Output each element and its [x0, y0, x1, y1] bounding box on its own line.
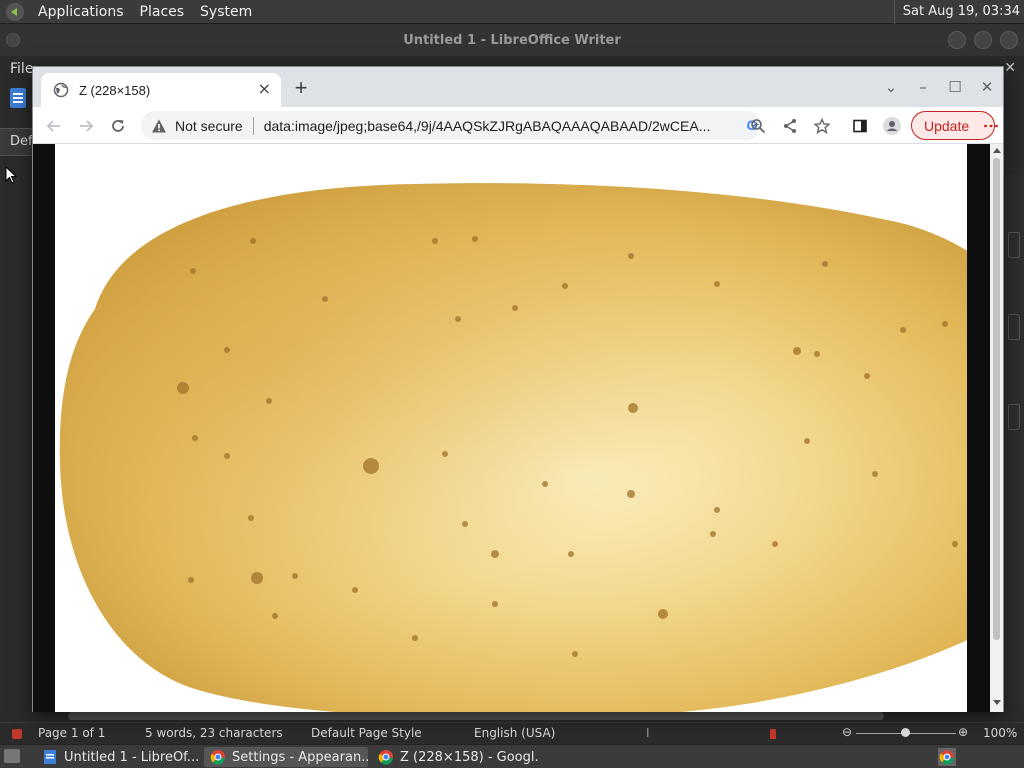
maximize-icon[interactable]: ☐	[939, 67, 971, 107]
chrome-icon	[378, 750, 393, 765]
window-controls: ⌄ – ☐ ✕	[875, 67, 1003, 107]
page-style[interactable]: Default Page Style	[311, 726, 422, 740]
minimize-icon[interactable]: –	[907, 67, 939, 107]
omnibox-separator	[252, 116, 254, 135]
address-bar[interactable]: Not secure data:image/jpeg;base64,/9j/4A…	[141, 111, 761, 140]
bookmark-star-icon[interactable]	[811, 115, 833, 137]
forward-arrow-icon	[80, 120, 94, 132]
chrome-window: Z (228×158) × + ⌄ – ☐ ✕ Not secure data:…	[32, 66, 1004, 712]
distro-logo-icon[interactable]	[6, 2, 24, 21]
close-icon[interactable]	[1000, 31, 1018, 49]
sidebar-button[interactable]	[1008, 404, 1020, 430]
zoom-out-icon[interactable]: ⊖	[842, 725, 852, 739]
side-panel-icon[interactable]	[849, 115, 871, 137]
share-icon[interactable]	[779, 115, 801, 137]
tray-chrome-icon[interactable]	[938, 748, 956, 766]
zoom-icon[interactable]	[747, 115, 769, 137]
profile-icon[interactable]	[881, 115, 903, 137]
image-view[interactable]	[55, 144, 967, 712]
taskbar: Untitled 1 - LibreOf... Settings - Appea…	[0, 744, 1024, 768]
task-chrome-image[interactable]: Z (228×158) - Googl...	[372, 747, 538, 767]
not-secure-label[interactable]: Not secure	[175, 118, 243, 134]
reload-button[interactable]	[107, 115, 129, 137]
new-tab-button[interactable]: +	[289, 77, 313, 101]
window-title: Untitled 1 - LibreOffice Writer	[403, 32, 621, 48]
close-document-icon[interactable]: ✕	[1004, 60, 1016, 76]
task-label: Untitled 1 - LibreOf...	[64, 749, 200, 765]
clock[interactable]: Sat Aug 19, 03:34	[893, 0, 1020, 24]
forward-button[interactable]	[75, 115, 97, 137]
page-viewport	[33, 144, 990, 712]
view-layout-icon[interactable]	[770, 729, 822, 739]
writer-icon	[44, 750, 56, 764]
task-label: Z (228×158) - Googl...	[400, 749, 538, 765]
scroll-down-icon[interactable]	[993, 700, 1001, 705]
show-desktop-icon[interactable]	[4, 749, 20, 763]
zoom-in-icon[interactable]: ⊕	[958, 725, 968, 739]
system-menu[interactable]: System	[192, 0, 260, 24]
chrome-icon	[210, 750, 225, 765]
warning-icon[interactable]	[151, 118, 167, 134]
back-arrow-icon	[46, 120, 60, 132]
close-icon[interactable]: ✕	[971, 67, 1003, 107]
new-document-icon[interactable]	[10, 88, 26, 108]
mouse-pointer-icon	[5, 166, 17, 184]
zoom-level[interactable]: 100%	[983, 726, 1017, 740]
back-button[interactable]	[43, 115, 65, 137]
word-count[interactable]: 5 words, 23 characters	[145, 726, 283, 740]
task-label: Settings - Appearan...	[232, 749, 368, 765]
tab-title: Z (228×158)	[79, 82, 151, 98]
paragraph-style-box[interactable]: Def	[0, 128, 34, 156]
task-libreoffice[interactable]: Untitled 1 - LibreOf...	[36, 747, 200, 767]
browser-toolbar: Not secure data:image/jpeg;base64,/9j/4A…	[33, 107, 1003, 144]
update-button[interactable]: Update ⋮	[911, 111, 999, 140]
document-modified-icon	[12, 729, 22, 739]
minimize-icon[interactable]	[948, 31, 966, 49]
sidebar-button[interactable]	[1008, 232, 1020, 258]
window-menu-icon[interactable]	[6, 33, 20, 47]
tab-close-icon[interactable]: ×	[258, 81, 271, 97]
sidebar-button[interactable]	[1008, 314, 1020, 340]
libreoffice-statusbar: Page 1 of 1 5 words, 23 characters Defau…	[0, 722, 1024, 744]
sidebar-strip	[1004, 174, 1024, 704]
zoom-slider-knob[interactable]	[901, 728, 910, 737]
tab-search-icon[interactable]: ⌄	[875, 67, 907, 107]
scroll-up-icon[interactable]	[993, 148, 1001, 153]
libreoffice-toolbar	[0, 82, 32, 116]
places-menu[interactable]: Places	[132, 0, 193, 24]
horizontal-scrollbar[interactable]	[68, 712, 884, 720]
language[interactable]: English (USA)	[474, 726, 555, 740]
libreoffice-titlebar: Untitled 1 - LibreOffice Writer	[0, 24, 1024, 56]
more-menu-icon[interactable]: ⋮	[981, 118, 1000, 133]
globe-icon	[53, 82, 69, 98]
task-settings[interactable]: Settings - Appearan...	[204, 747, 368, 767]
file-menu[interactable]: File	[10, 61, 33, 77]
applications-menu[interactable]: Applications	[30, 0, 132, 24]
page-count[interactable]: Page 1 of 1	[38, 726, 105, 740]
url-text[interactable]: data:image/jpeg;base64,/9j/4AAQSkZJRgABA…	[264, 118, 710, 134]
top-panel: Applications Places System Sat Aug 19, 0…	[0, 0, 1024, 24]
tab-image[interactable]: Z (228×158) ×	[41, 73, 281, 107]
tab-strip: Z (228×158) × + ⌄ – ☐ ✕	[33, 67, 1003, 107]
potato-image	[55, 144, 967, 712]
reload-icon	[112, 120, 124, 132]
maximize-icon[interactable]	[974, 31, 992, 49]
vertical-scrollbar[interactable]	[990, 144, 1003, 712]
scrollbar-thumb[interactable]	[993, 158, 1000, 640]
update-label: Update	[924, 117, 970, 134]
text-cursor-icon: I	[646, 726, 650, 740]
